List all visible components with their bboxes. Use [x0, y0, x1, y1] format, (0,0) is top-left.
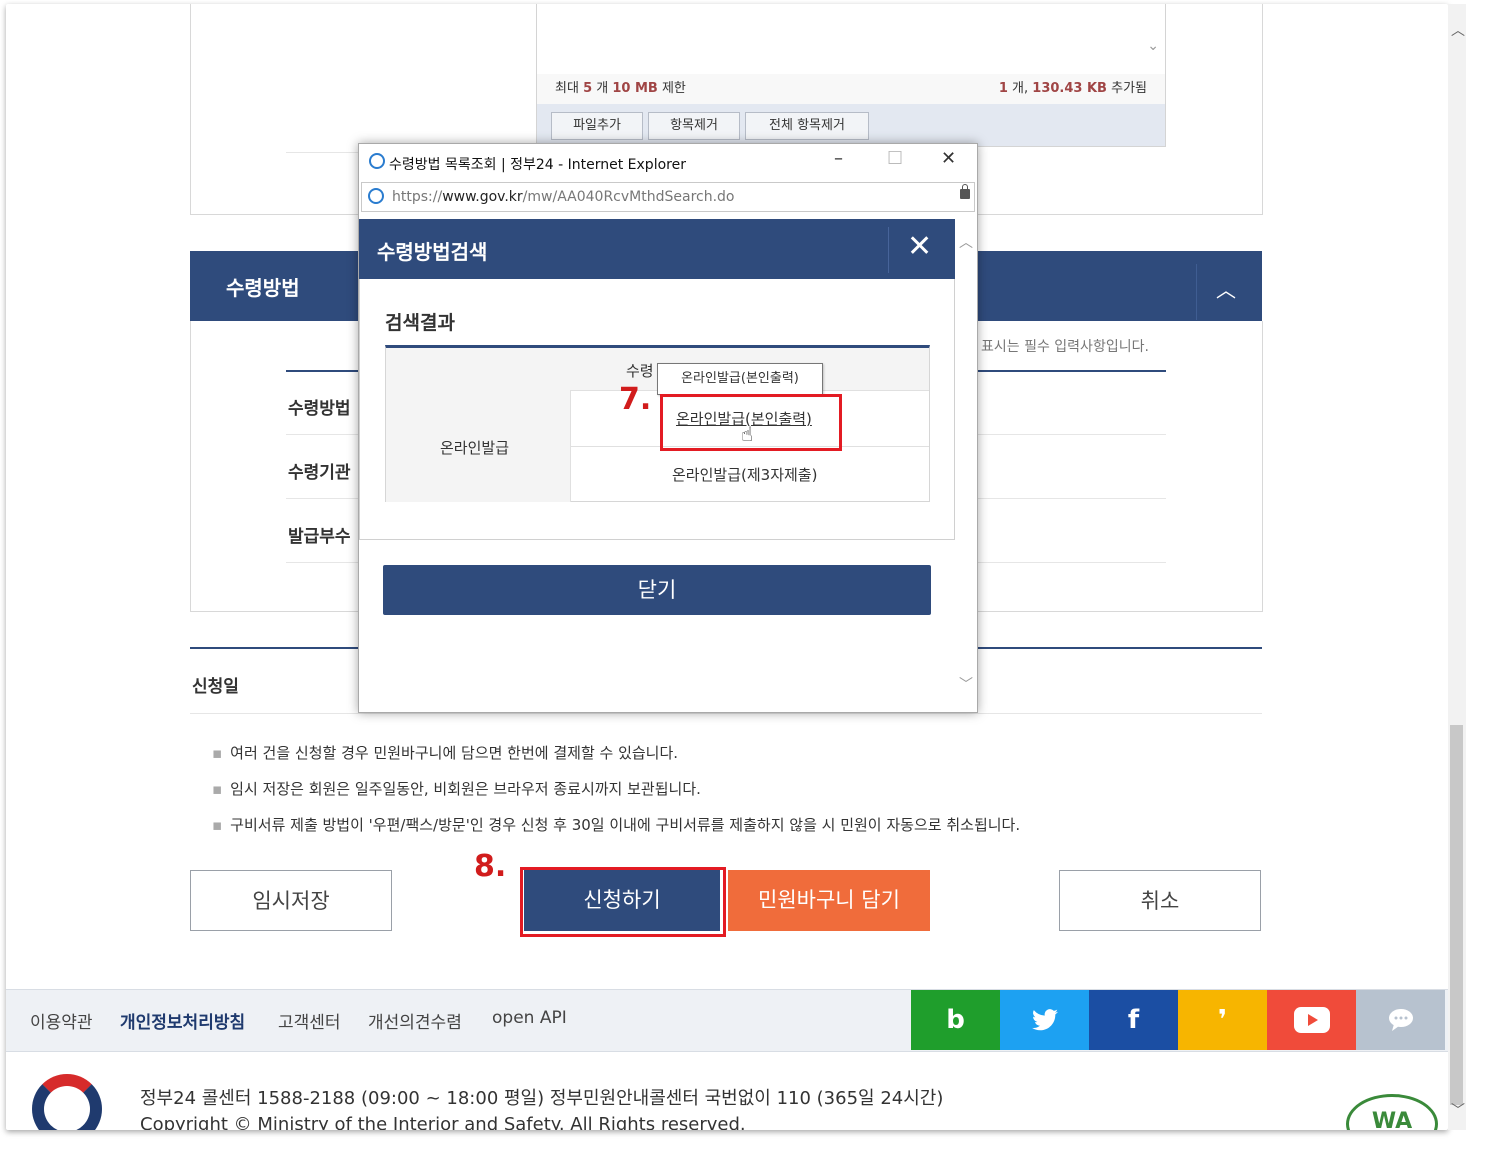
maximize-icon: ☐ — [887, 148, 904, 169]
lock-icon — [960, 184, 970, 199]
file-list-box[interactable]: ⌄ — [536, 4, 1166, 75]
footer-link-privacy[interactable]: 개인정보처리방침 — [120, 1008, 245, 1033]
ie-popup-window: 수령방법 목록조회 | 정부24 - Internet Explorer – ☐… — [358, 143, 978, 713]
chevron-up-icon[interactable]: ︿ — [959, 232, 973, 252]
required-note: 표시는 필수 입력사항입니다. — [981, 339, 1149, 355]
field-label-receipt-method: 수령방법 — [288, 399, 351, 419]
close-button[interactable]: 닫기 — [383, 565, 931, 615]
scrollbar-thumb[interactable] — [1450, 725, 1463, 1105]
file-limit-info: 최대 5 개 10 MB 제한 1 개, 130.43 KB 추가됨 — [536, 74, 1166, 105]
footer-link-terms[interactable]: 이용약관 — [30, 1008, 93, 1033]
modal-header: 수령방법검색 ✕ — [359, 219, 955, 279]
add-to-cart-button[interactable]: 민원바구니 담기 — [728, 870, 930, 931]
youtube-icon[interactable] — [1267, 990, 1356, 1050]
modal-title: 수령방법검색 — [377, 240, 488, 264]
notice-item: ▪ 구비서류 제출 방법이 '우편/팩스/방문'인 경우 신청 후 30일 이내에… — [212, 816, 1021, 834]
receipt-section-title: 수령방법 — [226, 276, 300, 300]
notice-item: ▪ 임시 저장은 회원은 일주일동안, 비회원은 브라우저 종료시까지 보관됩니다… — [212, 780, 701, 798]
callcenter-info: 정부24 콜센터 1588-2188 (09:00 ~ 18:00 평일) 정부… — [140, 1088, 944, 1109]
divider — [286, 498, 366, 499]
table-group-label: 온라인발급 — [440, 439, 510, 457]
divider — [286, 152, 366, 153]
kakaostory-icon[interactable]: ❜ — [1178, 990, 1267, 1050]
footer-link-feedback[interactable]: 개선의견수렴 — [368, 1008, 462, 1033]
divider — [888, 227, 889, 273]
field-label-copies: 발급부수 — [288, 527, 351, 547]
add-file-button[interactable]: 파일추가 — [551, 112, 643, 140]
hand-cursor-icon: ☝ — [741, 422, 754, 446]
table-header: 수령 — [626, 362, 654, 380]
divider — [286, 434, 366, 435]
tooltip: 온라인발급(본인출력) — [657, 363, 823, 395]
browser-page: ⌄ 최대 5 개 10 MB 제한 1 개, 130.43 KB 추가됨 파일추… — [6, 4, 1448, 1130]
window-title: 수령방법 목록조회 | 정부24 - Internet Explorer — [389, 157, 686, 173]
chevron-down-icon[interactable]: ﹀ — [1451, 1100, 1465, 1120]
divider — [976, 370, 1166, 372]
chevron-down-icon[interactable]: ﹀ — [959, 674, 973, 694]
chevron-up-icon[interactable]: ︿ — [1216, 274, 1236, 303]
divider — [976, 498, 1166, 499]
facebook-icon[interactable]: f — [1089, 990, 1178, 1050]
file-button-bar: 파일추가 항목제거 전체 항목제거 — [536, 104, 1166, 147]
url-text: https://www.gov.kr/mw/AA040RcvMthdSearch… — [392, 189, 735, 205]
highlight-box — [520, 867, 726, 937]
temp-save-button[interactable]: 임시저장 — [190, 870, 392, 931]
chevron-up-icon[interactable]: ︿ — [1451, 20, 1465, 40]
option-online-third-party[interactable]: 온라인발급(제3자제출) — [672, 464, 817, 485]
twitter-icon[interactable] — [1000, 990, 1089, 1050]
chat-icon[interactable] — [1356, 990, 1445, 1050]
copyright-text: Copyright © Ministry of the Interior and… — [140, 1114, 746, 1130]
close-icon[interactable]: ✕ — [907, 229, 932, 264]
step-number: 8. — [474, 849, 507, 884]
blog-icon[interactable]: b — [911, 990, 1000, 1050]
notice-list: ▪ 여러 건을 신청할 경우 민원바구니에 담으면 한번에 결제할 수 있습니다.… — [212, 742, 1020, 850]
divider — [190, 713, 1262, 714]
file-added-text: 1 개, 130.43 KB 추가됨 — [998, 81, 1147, 96]
step-number: 7. — [619, 382, 652, 417]
remove-item-button[interactable]: 항목제거 — [648, 112, 740, 140]
search-result-title: 검색결과 — [385, 312, 455, 334]
divider — [976, 562, 1166, 563]
government-logo — [32, 1074, 102, 1130]
address-bar[interactable]: https://www.gov.kr/mw/AA040RcvMthdSearch… — [361, 182, 975, 212]
notice-item: ▪ 여러 건을 신청할 경우 민원바구니에 담으면 한번에 결제할 수 있습니다. — [212, 744, 679, 762]
divider — [1196, 264, 1197, 320]
footer-link-open-api[interactable]: open API — [492, 1008, 567, 1028]
cancel-button[interactable]: 취소 — [1059, 870, 1261, 931]
file-limit-text: 최대 5 개 10 MB 제한 — [555, 81, 686, 96]
divider — [286, 370, 366, 372]
apply-date-label: 신청일 — [192, 677, 239, 697]
remove-all-button[interactable]: 전체 항목제거 — [745, 112, 869, 140]
wa-accessibility-mark: WA — [1346, 1094, 1438, 1130]
chevron-down-icon: ⌄ — [1147, 38, 1159, 54]
close-icon[interactable]: ✕ — [941, 148, 956, 169]
field-label-receipt-agency: 수령기관 — [288, 463, 351, 483]
ie-logo-icon — [369, 153, 385, 169]
minimize-icon[interactable]: – — [834, 148, 843, 169]
divider — [286, 562, 366, 563]
ie-logo-icon — [368, 188, 384, 204]
divider — [976, 434, 1166, 435]
footer-link-customer-center[interactable]: 고객센터 — [278, 1008, 341, 1033]
